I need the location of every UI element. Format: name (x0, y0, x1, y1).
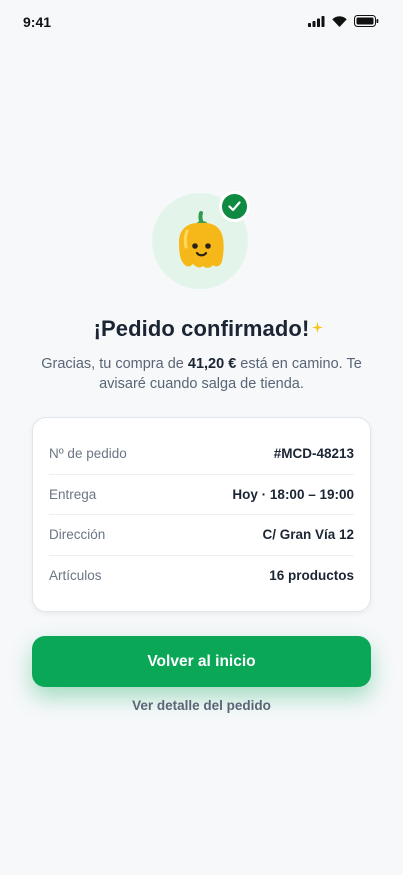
order-detail-link[interactable]: Ver detalle del pedido (0, 698, 403, 713)
pepper-mascot-icon (179, 211, 224, 268)
delivery-row: Entrega Hoy · 18:00 – 19:00 (49, 475, 354, 515)
order-number-row: Nº de pedido #MCD-48213 (49, 434, 354, 475)
sparkle-icon (312, 322, 323, 333)
check-icon (228, 201, 241, 212)
status-bar: 9:41 (0, 0, 403, 44)
address-value: C/ Gran Vía 12 (262, 527, 354, 543)
page-title: ¡Pedido confirmado! (93, 316, 310, 341)
delivery-value: Hoy · 18:00 – 19:00 (232, 486, 354, 502)
address-label: Dirección (49, 527, 106, 543)
confirmation-message: Gracias, tu compra de 41,20 € está en ca… (30, 354, 373, 394)
address-row: Dirección C/ Gran Vía 12 (49, 515, 354, 556)
order-summary-card: Nº de pedido #MCD-48213 Entrega Hoy · 18… (32, 417, 371, 612)
status-time: 9:41 (23, 14, 52, 30)
battery-icon (354, 15, 379, 27)
order-amount: 41,20 € (187, 356, 237, 372)
message-prefix: Gracias, tu compra de (41, 356, 188, 372)
signal-icon (308, 15, 325, 27)
check-badge (219, 191, 250, 222)
back-home-button[interactable]: Volver al inicio (32, 636, 371, 687)
items-row: Artículos 16 productos (49, 556, 354, 597)
delivery-label: Entrega (49, 486, 97, 502)
items-value: 16 productos (269, 568, 354, 584)
wifi-icon (332, 15, 347, 27)
order-number-label: Nº de pedido (49, 446, 127, 462)
status-icons (308, 15, 379, 27)
items-label: Artículos (49, 568, 102, 584)
hero-illustration (152, 191, 250, 289)
title-row: ¡Pedido confirmado! (0, 316, 403, 342)
order-number-value: #MCD-48213 (273, 446, 354, 462)
